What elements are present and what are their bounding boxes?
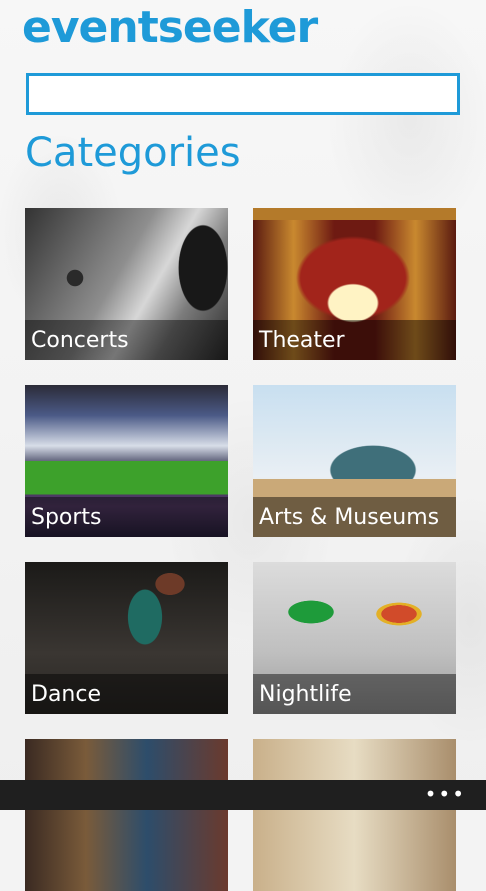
app-title: eventseeker [22,2,318,53]
tile-label: Arts & Museums [259,505,440,530]
category-tile-nightlife[interactable]: Nightlife [253,562,456,714]
category-tile-dance[interactable]: Dance [25,562,228,714]
tile-caption-bar: Arts & Museums [253,497,456,537]
section-title: Categories [25,130,241,176]
partial-category-image [253,739,456,891]
tile-caption-bar: Sports [25,497,228,537]
tile-caption-bar: Nightlife [253,674,456,714]
category-tile-partial[interactable] [253,739,456,891]
tile-caption-bar: Dance [25,674,228,714]
more-dots-icon[interactable]: ••• [425,782,466,806]
tile-label: Sports [31,505,102,530]
search-input[interactable] [26,73,460,115]
tile-caption-bar: Theater [253,320,456,360]
category-tile-theater[interactable]: Theater [253,208,456,360]
category-tile-arts-museums[interactable]: Arts & Museums [253,385,456,537]
tile-caption-bar: Concerts [25,320,228,360]
partial-category-image [25,739,228,891]
category-tile-concerts[interactable]: Concerts [25,208,228,360]
category-tile-partial[interactable] [25,739,228,891]
category-tile-sports[interactable]: Sports [25,385,228,537]
tile-label: Concerts [31,328,129,353]
tile-label: Nightlife [259,682,352,707]
tile-label: Dance [31,682,101,707]
tile-label: Theater [259,328,345,353]
app-bar: ••• [0,780,486,810]
